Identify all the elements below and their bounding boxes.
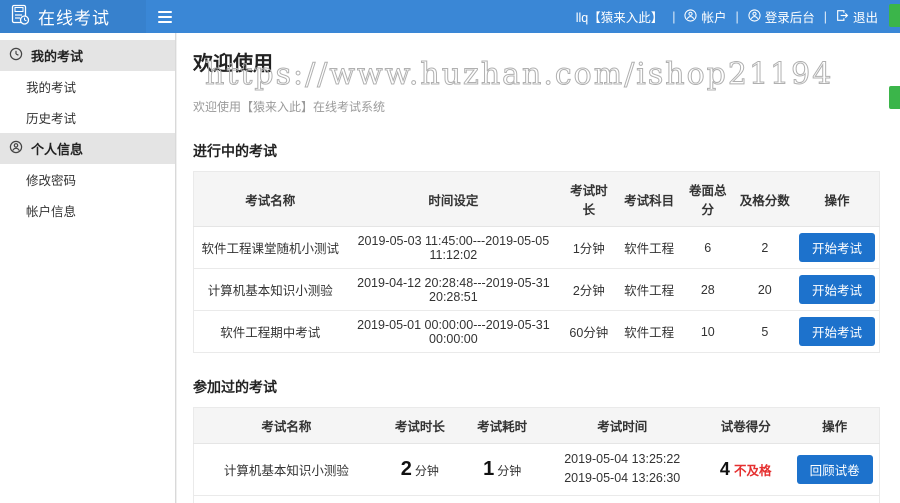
exam-subject: 软件工程 — [624, 326, 675, 340]
exam-name: 计算机基本知识小测验 — [193, 443, 379, 496]
table-row: 软件工程课堂随机小测试 2019-05-03 11:45:00---2019-0… — [193, 226, 880, 269]
used-unit: 分钟 — [497, 463, 522, 478]
exam-score: 6 — [701, 495, 791, 503]
sidebar-item-history-exams[interactable]: 历史考试 — [0, 102, 175, 133]
user-circle-icon — [748, 8, 761, 25]
exam-duration: 1分钟 — [560, 226, 618, 269]
past-exams-table: 考试名称 考试时长 考试耗时 考试时间 试卷得分 操作 计算机基本知识小测验 2… — [193, 407, 880, 503]
exam-total: 10 — [700, 324, 715, 339]
exam-name: 计算机基本知识小测验 — [193, 268, 347, 311]
sidebar-item-my-exams[interactable]: 我的考试 — [0, 71, 175, 102]
exam-name: 软件工程课堂随机小测试 — [193, 226, 347, 269]
col-exam-name: 考试名称 — [193, 407, 379, 444]
exam-pass: 20 — [734, 268, 795, 311]
used-number: 1 — [483, 457, 495, 480]
nav-divider: | — [672, 9, 676, 24]
nav-divider: | — [735, 9, 739, 24]
table-row: 计算机基本知识小测验 2 分钟 1 分钟 2019-05-04 13:25:22 2… — [193, 443, 880, 496]
nav-admin-login-label: 登录后台 — [764, 11, 815, 25]
review-exam-button[interactable]: 回顾试卷 — [796, 454, 873, 484]
exam-end-time: 2019-05-04 13:26:30 — [564, 471, 681, 486]
nav-admin-login[interactable]: 登录后台 — [748, 7, 815, 26]
col-time-range: 时间设定 — [346, 171, 561, 227]
exam-duration: 2分钟 — [560, 268, 618, 311]
col-score: 试卷得分 — [701, 407, 791, 444]
sidebar-section-title: 个人信息 — [31, 142, 84, 157]
exam-name: 软件工程课堂随机小测试 — [193, 495, 379, 503]
col-actions: 操作 — [790, 407, 880, 444]
past-exams-title: 参加过的考试 — [193, 379, 277, 395]
nav-account[interactable]: 帐户 — [684, 7, 726, 26]
table-header-row: 考试名称 考试时长 考试耗时 考试时间 试卷得分 操作 — [193, 407, 880, 444]
exam-score: 4 不及格 — [701, 443, 791, 496]
ongoing-exams-title: 进行中的考试 — [193, 143, 277, 159]
col-pass-score: 及格分数 — [734, 171, 795, 227]
exam-time-range: 2019-05-03 11:45:00---2019-05-05 11:12:0… — [346, 226, 561, 269]
sidebar: 我的考试 我的考试 历史考试 个人信息 修改密码 帐户信息 — [0, 33, 176, 503]
exam-time-used: 0分钟 — [461, 495, 544, 503]
main-content: https://www.huzhan.com/ishop21194 欢迎使用 欢… — [177, 33, 900, 503]
sidebar-section-my-exams[interactable]: 我的考试 — [0, 40, 175, 71]
exam-time-range: 2019-05-01 00:00:00---2019-05-31 00:00:0… — [357, 317, 550, 346]
duration-number: 2 — [400, 457, 412, 480]
brand-logo-box[interactable]: 在线考试 — [0, 0, 146, 33]
topbar-right-nav: llq【猿来入此】 | 帐户 | 登录后台 | 退出 — [576, 7, 900, 26]
exam-subject: 软件工程 — [617, 268, 681, 311]
nav-divider: | — [823, 9, 827, 24]
sidebar-section-personal-info[interactable]: 个人信息 — [0, 133, 175, 164]
nav-logout-label: 退出 — [852, 11, 878, 25]
exam-pass: 2 — [734, 226, 795, 269]
duration-unit: 分钟 — [414, 463, 439, 478]
nav-logout[interactable]: 退出 — [836, 7, 878, 26]
floating-service-widget[interactable] — [889, 86, 900, 109]
score-number: 4 — [719, 458, 730, 479]
exam-total: 28 — [680, 268, 735, 311]
col-duration: 考试时长 — [378, 407, 462, 444]
page-subtitle: 欢迎使用【猿来入此】在线考试系统 — [193, 100, 386, 114]
nav-account-label: 帐户 — [701, 11, 727, 25]
sidebar-toggle-hamburger-icon[interactable] — [150, 0, 180, 33]
start-exam-button[interactable]: 开始考试 — [798, 317, 875, 346]
exam-duration: 2分钟 — [378, 443, 462, 496]
sidebar-item-change-password[interactable]: 修改密码 — [0, 164, 175, 195]
exam-duration: 60分钟 — [569, 326, 609, 340]
exam-start-time: 2019-05-04 13:25:22 — [564, 452, 681, 466]
col-exam-name: 考试名称 — [193, 171, 347, 227]
app-title: 在线考试 — [38, 9, 110, 28]
exam-pass: 5 — [761, 324, 769, 339]
user-circle-icon — [684, 8, 698, 25]
table-row: 计算机基本知识小测验 2019-04-12 20:28:48---2019-05… — [193, 268, 880, 311]
user-circle-icon — [9, 140, 23, 157]
exam-time-used: 1 分钟 — [461, 443, 544, 496]
col-actions: 操作 — [794, 171, 880, 227]
fail-badge: 不及格 — [733, 463, 772, 478]
sidebar-section-title: 我的考试 — [31, 49, 84, 64]
ongoing-exams-table: 考试名称 时间设定 考试时长 考试科目 卷面总分 及格分数 操作 软件工程课堂随… — [193, 171, 880, 353]
table-row: 软件工程课堂随机小测试 1分钟 0分钟 2019-05-04 11:12:32 … — [193, 495, 880, 503]
exam-name: 软件工程期中考试 — [220, 326, 321, 340]
exam-total: 6 — [680, 226, 735, 269]
floating-service-widget[interactable] — [889, 4, 900, 27]
logout-icon — [836, 9, 849, 25]
table-header-row: 考试名称 时间设定 考试时长 考试科目 卷面总分 及格分数 操作 — [193, 171, 880, 227]
start-exam-button[interactable]: 开始考试 — [798, 233, 875, 262]
clock-icon — [9, 47, 23, 64]
page-title: 欢迎使用 — [193, 53, 273, 75]
exam-time-range: 2019-04-12 20:28:48---2019-05-31 20:28:5… — [346, 268, 561, 311]
col-duration: 考试时长 — [560, 171, 618, 227]
col-time-used: 考试耗时 — [461, 407, 544, 444]
col-exam-time: 考试时间 — [543, 407, 702, 444]
top-navbar: 在线考试 llq【猿来入此】 | 帐户 | 登录后台 | 退出 — [0, 0, 900, 33]
exam-time: 2019-05-04 11:12:32 2019-05-04 11:13:31 — [543, 495, 702, 503]
sidebar-item-account-info[interactable]: 帐户信息 — [0, 195, 175, 226]
exam-subject: 软件工程 — [617, 226, 681, 269]
exam-sheet-clock-icon — [9, 4, 31, 29]
col-subject: 考试科目 — [617, 171, 681, 227]
exam-time: 2019-05-04 13:25:22 2019-05-04 13:26:30 — [543, 443, 702, 496]
col-total-score: 卷面总分 — [680, 171, 735, 227]
table-row: 软件工程期中考试 2019-05-01 00:00:00---2019-05-3… — [194, 311, 880, 353]
exam-duration: 1分钟 — [378, 495, 462, 503]
username-link[interactable]: llq【猿来入此】 — [576, 7, 664, 26]
start-exam-button[interactable]: 开始考试 — [798, 275, 875, 304]
